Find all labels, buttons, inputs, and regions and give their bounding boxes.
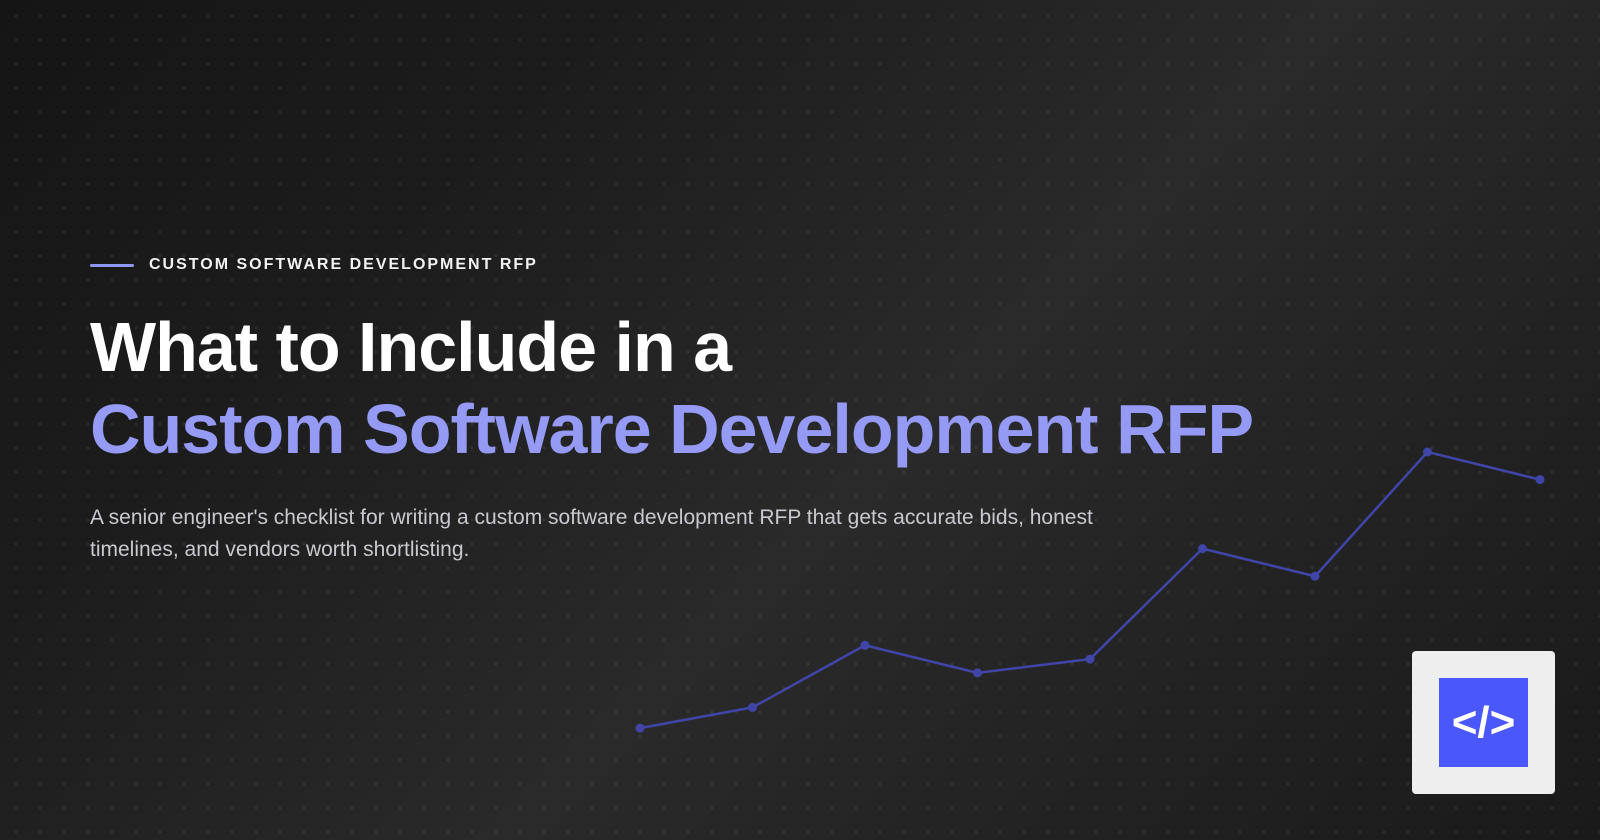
page-title: What to Include in a Custom Software Dev…: [90, 306, 1390, 470]
code-brackets-icon: </>: [1439, 678, 1528, 767]
trend-point-8: [1535, 475, 1545, 485]
trend-point-0: [635, 723, 645, 733]
trend-point-4: [1085, 654, 1095, 664]
eyebrow-label: CUSTOM SOFTWARE DEVELOPMENT RFP: [149, 256, 538, 273]
trend-point-6: [1310, 571, 1320, 581]
title-line-2: Custom Software Development RFP: [90, 390, 1254, 468]
trend-point-1: [748, 702, 757, 712]
trend-point-3: [973, 668, 982, 678]
logo-glyph: </>: [1452, 698, 1516, 747]
logo: </>: [1412, 651, 1555, 794]
logo-text: </>: [1452, 698, 1516, 747]
trend-point-7: [1423, 447, 1432, 457]
hero-section: CUSTOM SOFTWARE DEVELOPMENT RFP What to …: [90, 252, 1390, 566]
eyebrow: CUSTOM SOFTWARE DEVELOPMENT RFP: [90, 252, 1390, 278]
title-line-1: What to Include in a: [90, 308, 732, 386]
eyebrow-rule: [90, 263, 134, 267]
page-subtitle: A senior engineer's checklist for writin…: [90, 506, 1093, 561]
trend-point-2: [860, 640, 870, 650]
